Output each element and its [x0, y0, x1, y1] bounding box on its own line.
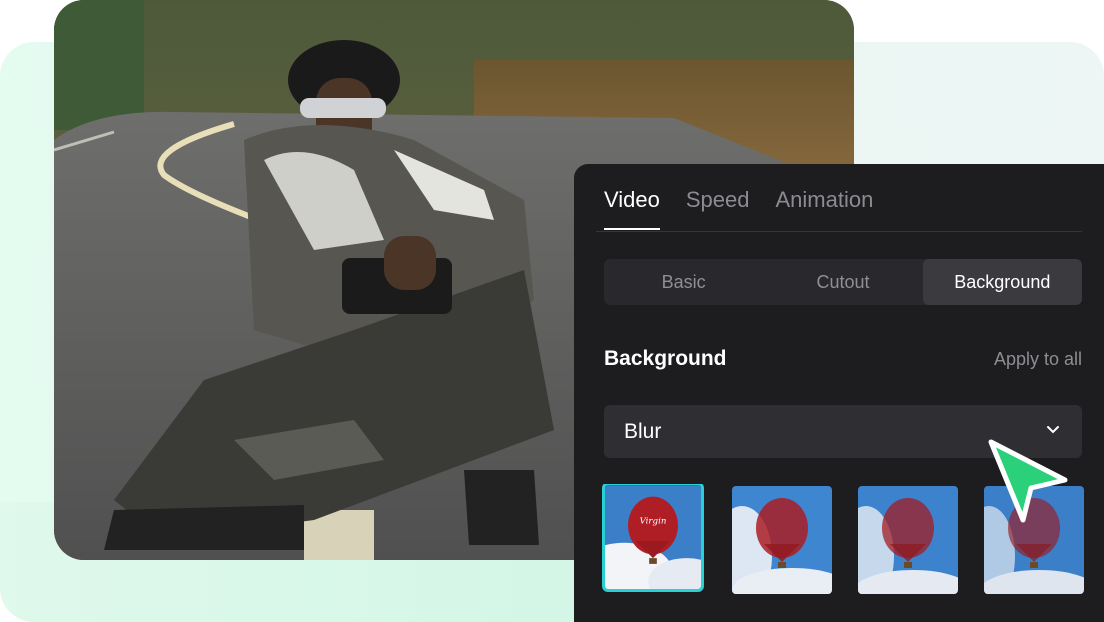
tab-animation[interactable]: Animation — [776, 186, 874, 230]
chevron-down-icon — [1047, 426, 1059, 434]
segment-cutout[interactable]: Cutout — [763, 259, 922, 305]
balloon-thumb-1[interactable]: Virgin — [602, 484, 704, 592]
apply-to-all-button[interactable]: Apply to all — [994, 349, 1082, 370]
balloon-thumb-2[interactable] — [732, 486, 832, 594]
tab-speed[interactable]: Speed — [686, 186, 750, 230]
tab-video[interactable]: Video — [604, 186, 660, 230]
balloon-thumb-3[interactable] — [858, 486, 958, 594]
background-section-title: Background — [604, 347, 727, 370]
properties-panel: Video Speed Animation Basic Cutout Backg… — [574, 164, 1104, 622]
segmented-control: Basic Cutout Background — [604, 259, 1082, 305]
pointer-cursor-icon — [988, 439, 1068, 523]
balloon-image — [732, 486, 832, 594]
segment-background[interactable]: Background — [922, 259, 1082, 305]
balloon-image: Virgin — [605, 485, 701, 589]
segment-basic[interactable]: Basic — [604, 259, 763, 305]
tabs-divider — [596, 231, 1082, 232]
dropdown-selected-value: Blur — [624, 420, 662, 443]
panel-tabs: Video Speed Animation — [604, 186, 873, 230]
balloon-image — [858, 486, 958, 594]
balloon-logo-text: Virgin — [640, 517, 667, 527]
